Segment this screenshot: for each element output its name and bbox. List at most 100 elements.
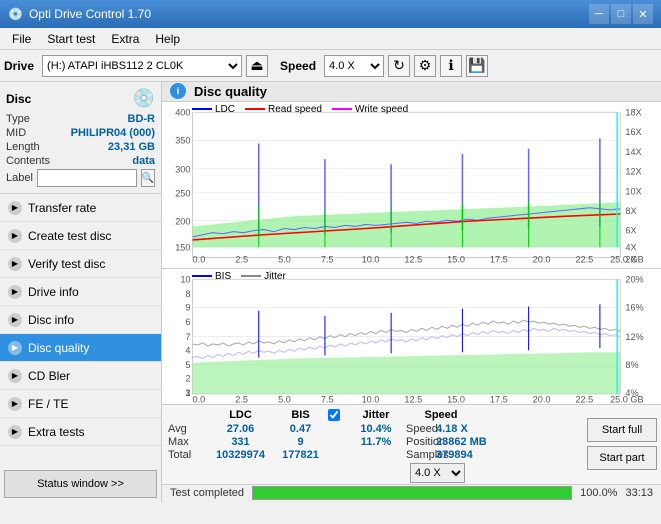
fe-te-icon: ▶ bbox=[8, 397, 22, 411]
bottom-chart-legend: BIS Jitter bbox=[192, 271, 286, 282]
svg-text:15.0: 15.0 bbox=[447, 394, 465, 404]
svg-text:250: 250 bbox=[175, 188, 190, 198]
menu-extra[interactable]: Extra bbox=[103, 30, 147, 48]
speed-dropdown[interactable]: 4.0 X bbox=[410, 463, 465, 483]
disc-info-icon: ▶ bbox=[8, 313, 22, 327]
svg-text:15.0: 15.0 bbox=[447, 254, 465, 264]
svg-text:6: 6 bbox=[185, 317, 190, 327]
sidebar-item-cd-bler[interactable]: ▶ CD Bler bbox=[0, 362, 161, 390]
svg-text:12.5: 12.5 bbox=[404, 254, 422, 264]
svg-text:20.0: 20.0 bbox=[533, 394, 551, 404]
sidebar-nav: ▶ Transfer rate ▶ Create test disc ▶ Ver… bbox=[0, 194, 161, 466]
svg-text:2: 2 bbox=[185, 373, 190, 383]
refresh-button[interactable]: ↻ bbox=[388, 55, 410, 77]
bottom-chart-svg: 10 9 7 5 3 8 6 4 2 1 20% 16% 12% 8% 4% bbox=[162, 269, 661, 404]
drive-label: Drive bbox=[4, 59, 34, 73]
cd-bler-icon: ▶ bbox=[8, 369, 22, 383]
toolbar: Drive (H:) ATAPI iHBS112 2 CL0K ⏏ Speed … bbox=[0, 50, 661, 82]
chart-title: Disc quality bbox=[194, 84, 267, 99]
svg-text:10X: 10X bbox=[625, 186, 641, 196]
svg-text:2.5: 2.5 bbox=[235, 394, 248, 404]
status-bar: Test completed 100.0% 33:13 bbox=[162, 484, 661, 502]
disc-label-btn[interactable]: 🔍 bbox=[141, 169, 155, 187]
disc-mid-row: MID PHILIPR04 (000) bbox=[6, 127, 155, 139]
title-bar-controls: ─ □ ✕ bbox=[589, 4, 653, 24]
settings-button[interactable]: ⚙ bbox=[414, 55, 436, 77]
menu-file[interactable]: File bbox=[4, 30, 39, 48]
sidebar-item-verify-test[interactable]: ▶ Verify test disc bbox=[0, 250, 161, 278]
svg-text:12X: 12X bbox=[625, 166, 641, 176]
max-jitter-value: 11.7% bbox=[346, 436, 406, 448]
drive-select[interactable]: (H:) ATAPI iHBS112 2 CL0K bbox=[42, 55, 242, 77]
start-full-button[interactable]: Start full bbox=[587, 418, 657, 442]
position-value: 23862 MB bbox=[436, 436, 496, 448]
svg-text:10.0: 10.0 bbox=[362, 254, 380, 264]
disc-title: Disc bbox=[6, 92, 31, 106]
close-button[interactable]: ✕ bbox=[633, 4, 653, 24]
speed-label: Speed bbox=[280, 59, 316, 73]
svg-text:10: 10 bbox=[180, 274, 190, 284]
sidebar-item-label: Create test disc bbox=[28, 229, 111, 243]
create-test-icon: ▶ bbox=[8, 229, 22, 243]
sidebar-item-transfer-rate[interactable]: ▶ Transfer rate bbox=[0, 194, 161, 222]
disc-contents-row: Contents data bbox=[6, 155, 155, 167]
avg-ldc-value: 27.06 bbox=[208, 423, 273, 435]
bis-header: BIS bbox=[273, 409, 328, 421]
jitter-checkbox[interactable] bbox=[328, 409, 340, 421]
transfer-rate-icon: ▶ bbox=[8, 201, 22, 215]
speed-select[interactable]: 4.0 X bbox=[324, 55, 384, 77]
sidebar-item-disc-quality[interactable]: ▶ Disc quality bbox=[0, 334, 161, 362]
jitter-header: Jitter bbox=[346, 409, 406, 421]
svg-text:12%: 12% bbox=[625, 331, 643, 341]
app-body: Disc 💿 Type BD-R MID PHILIPR04 (000) Len… bbox=[0, 82, 661, 502]
svg-text:200: 200 bbox=[175, 216, 190, 226]
disc-length-row: Length 23,31 GB bbox=[6, 141, 155, 153]
sidebar-item-label: Drive info bbox=[28, 285, 79, 299]
svg-text:20%: 20% bbox=[625, 274, 643, 284]
legend-jitter: Jitter bbox=[241, 271, 286, 282]
disc-label-input[interactable] bbox=[37, 169, 137, 187]
save-button[interactable]: 💾 bbox=[466, 55, 488, 77]
chart-icon: i bbox=[170, 83, 186, 99]
disc-type-row: Type BD-R bbox=[6, 113, 155, 125]
disc-quality-icon: ▶ bbox=[8, 341, 22, 355]
minimize-button[interactable]: ─ bbox=[589, 4, 609, 24]
extra-tests-icon: ▶ bbox=[8, 425, 22, 439]
legend-read-speed: Read speed bbox=[245, 104, 322, 115]
sidebar-item-drive-info[interactable]: ▶ Drive info bbox=[0, 278, 161, 306]
svg-text:400: 400 bbox=[175, 107, 190, 117]
sidebar-item-label: Transfer rate bbox=[28, 201, 96, 215]
sidebar-item-fe-te[interactable]: ▶ FE / TE bbox=[0, 390, 161, 418]
total-bis-value: 177821 bbox=[273, 449, 328, 461]
maximize-button[interactable]: □ bbox=[611, 4, 631, 24]
eject-button[interactable]: ⏏ bbox=[246, 55, 268, 77]
svg-text:7.5: 7.5 bbox=[321, 254, 334, 264]
svg-text:9: 9 bbox=[185, 302, 190, 312]
status-window-button[interactable]: Status window >> bbox=[4, 470, 157, 498]
progress-percent: 100.0% bbox=[580, 487, 617, 499]
menu-help[interactable]: Help bbox=[147, 30, 188, 48]
svg-text:16%: 16% bbox=[625, 302, 643, 312]
svg-text:5.0: 5.0 bbox=[278, 394, 291, 404]
start-part-button[interactable]: Start part bbox=[587, 446, 657, 470]
samples-value: 379894 bbox=[436, 449, 496, 461]
chart-header: i Disc quality bbox=[162, 82, 661, 102]
sidebar-item-create-test[interactable]: ▶ Create test disc bbox=[0, 222, 161, 250]
svg-text:4X: 4X bbox=[625, 242, 636, 252]
info-button[interactable]: ℹ bbox=[440, 55, 462, 77]
top-chart-svg: 400 350 300 250 200 150 18X 16X 14X 12X … bbox=[162, 102, 661, 268]
status-text: Test completed bbox=[170, 487, 244, 499]
title-bar: 💿 Opti Drive Control 1.70 ─ □ ✕ bbox=[0, 0, 661, 28]
progress-bar bbox=[252, 486, 572, 500]
app-icon: 💿 bbox=[8, 7, 23, 21]
legend-bis: BIS bbox=[192, 271, 231, 282]
svg-text:25.0 GB: 25.0 GB bbox=[610, 394, 644, 404]
sidebar-item-disc-info[interactable]: ▶ Disc info bbox=[0, 306, 161, 334]
menu-start-test[interactable]: Start test bbox=[39, 30, 103, 48]
menu-bar: File Start test Extra Help bbox=[0, 28, 661, 50]
sidebar-item-extra-tests[interactable]: ▶ Extra tests bbox=[0, 418, 161, 446]
total-label: Total bbox=[168, 449, 208, 461]
disc-icon: 💿 bbox=[133, 88, 155, 109]
bottom-chart-panel: BIS Jitter 10 9 bbox=[162, 269, 661, 404]
svg-text:22.5: 22.5 bbox=[575, 394, 593, 404]
